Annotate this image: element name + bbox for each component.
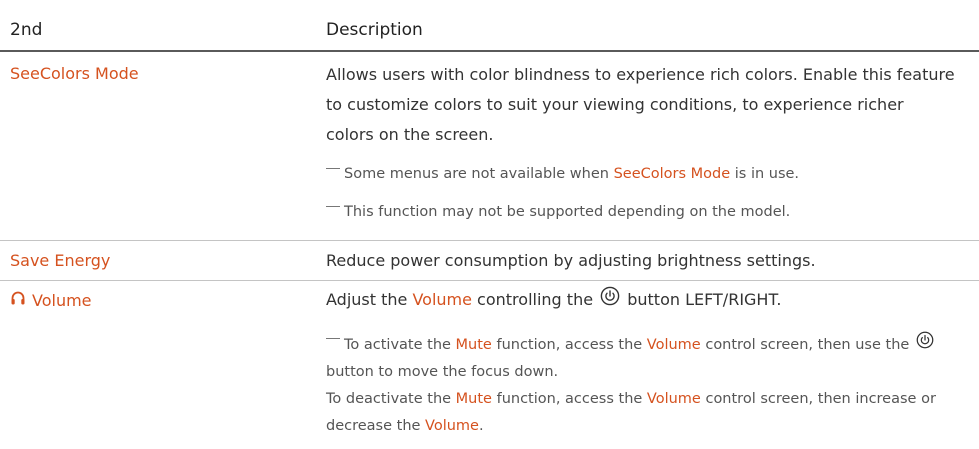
row-divider: [0, 280, 979, 281]
note-highlight-volume: Volume: [646, 337, 701, 353]
volume-label: Volume: [32, 290, 92, 310]
desc-text: button LEFT/RIGHT.: [622, 290, 782, 309]
note-text: Some menus are not available when: [344, 166, 614, 182]
note-highlight-volume: Volume: [425, 418, 479, 434]
note-text: This function may not be supported depen…: [344, 204, 791, 220]
row-name-volume: Volume: [10, 290, 92, 310]
note-highlight-mute: Mute: [455, 337, 492, 353]
note-highlight-mute: Mute: [455, 391, 492, 407]
row-description-seecolors-mode: Allows users with color blindness to exp…: [326, 65, 955, 144]
row-name-seecolors-mode: SeeColors Mode: [10, 64, 139, 83]
note-dash: [326, 206, 340, 207]
note-mute-instructions: To activate the Mute function, access th…: [326, 331, 966, 440]
note-model-dependent: This function may not be supported depen…: [326, 199, 966, 226]
note-text: function, access the: [491, 391, 647, 407]
header-divider: [0, 50, 979, 52]
note-highlight-seecolors: SeeColors Mode: [613, 166, 731, 182]
note-text: is in use.: [730, 166, 800, 182]
row-description-volume: Adjust the Volume controlling the button…: [326, 285, 956, 316]
column-header-description: Description: [326, 20, 423, 40]
note-dash: [326, 168, 340, 169]
note-text: control screen, then use the: [700, 337, 914, 353]
desc-highlight-volume: Volume: [412, 290, 472, 309]
note-text: button to move the focus down.: [326, 364, 559, 380]
power-button-icon: [600, 286, 620, 316]
note-menus-unavailable: Some menus are not available when SeeCol…: [326, 161, 966, 188]
desc-text: controlling the: [471, 290, 599, 309]
row-divider: [0, 240, 979, 241]
headphones-icon: [10, 290, 26, 310]
desc-text: Adjust the: [326, 290, 413, 309]
column-header-2nd: 2nd: [10, 20, 43, 40]
note-text: .: [478, 418, 484, 434]
note-dash: [326, 338, 340, 339]
note-text: To activate the: [344, 337, 456, 353]
note-text: To deactivate the: [326, 391, 456, 407]
note-text: function, access the: [491, 337, 647, 353]
note-highlight-volume: Volume: [646, 391, 701, 407]
row-description-save-energy: Reduce power consumption by adjusting br…: [326, 251, 816, 270]
row-name-save-energy: Save Energy: [10, 251, 111, 270]
power-button-icon: [916, 331, 934, 359]
